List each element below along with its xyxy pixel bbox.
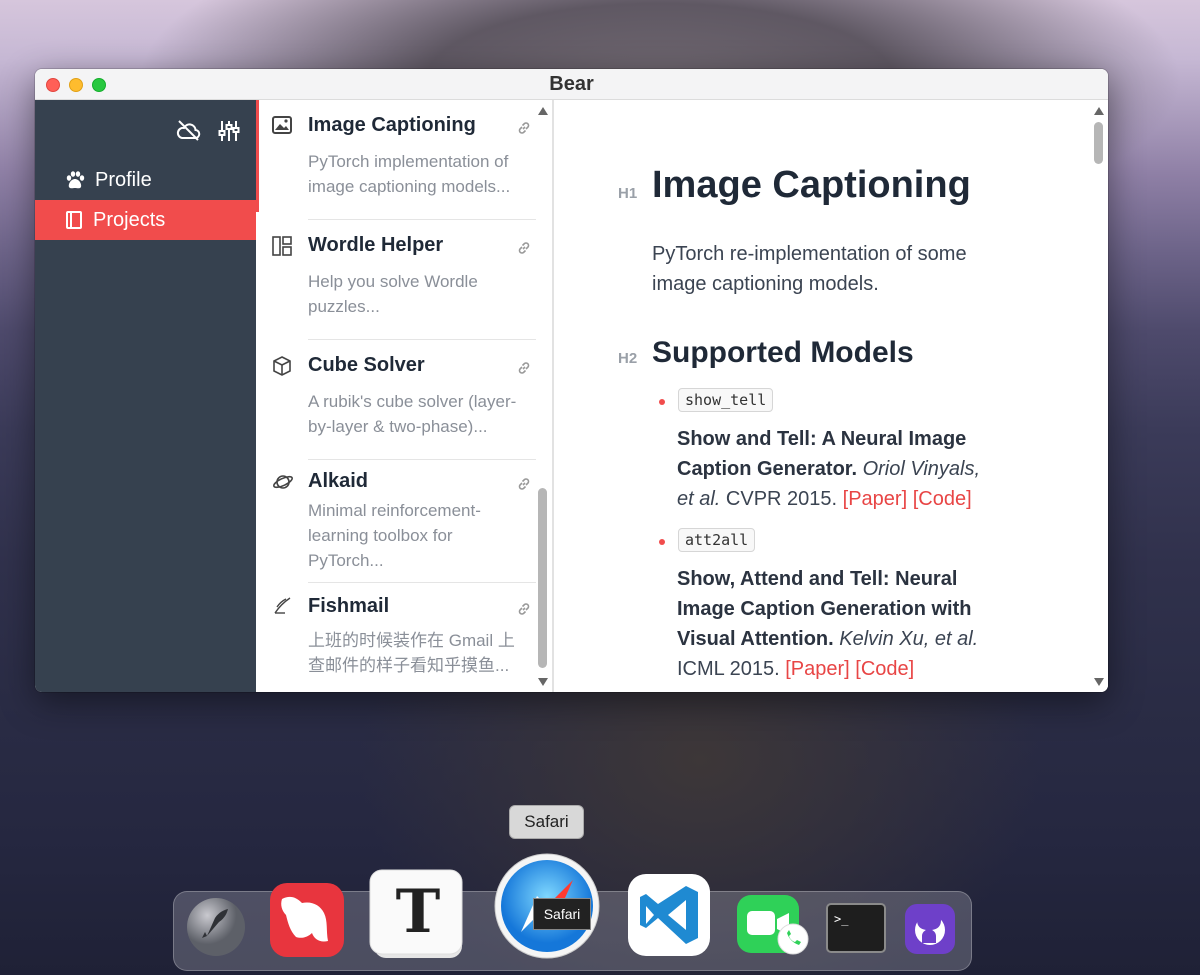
note-item-cube-solver[interactable]: Cube Solver A rubik's cube solver (layer… bbox=[256, 340, 538, 460]
sidebar-item-profile[interactable]: Profile bbox=[35, 160, 256, 200]
section-heading: Supported Models bbox=[652, 336, 914, 369]
cube-icon bbox=[273, 356, 291, 376]
note-preview: Help you solve Wordle puzzles... bbox=[308, 272, 478, 316]
window-title: Bear bbox=[549, 72, 594, 95]
svg-text:T: T bbox=[396, 877, 441, 947]
sidebar-item-label: Profile bbox=[95, 168, 152, 191]
image-icon bbox=[272, 116, 292, 134]
bullet bbox=[659, 539, 665, 545]
bear-window: Bear Profile Projects Image Captioning P… bbox=[35, 69, 1108, 692]
title-bar[interactable]: Bear bbox=[35, 69, 1108, 100]
note-title: Cube Solver bbox=[308, 354, 425, 376]
note-list: Image Captioning PyTorch implementation … bbox=[256, 100, 554, 692]
note-item-fishmail[interactable]: Fishmail 上班的时候装作在 Gmail 上查邮件的样子看知乎摸鱼... bbox=[256, 583, 538, 692]
note-list-scrollbar[interactable] bbox=[538, 100, 548, 692]
launchpad-icon[interactable] bbox=[185, 896, 247, 958]
model-authors: Kelvin Xu, et al. bbox=[839, 628, 979, 650]
paper-link[interactable]: [Paper] bbox=[843, 488, 907, 510]
svg-text:>_: >_ bbox=[834, 912, 849, 926]
bullet bbox=[659, 399, 665, 405]
cloud-off-icon[interactable] bbox=[176, 119, 202, 141]
link-icon[interactable] bbox=[516, 240, 532, 256]
note-heading: Image Captioning bbox=[652, 164, 971, 206]
orbit-icon bbox=[273, 475, 293, 489]
link-icon[interactable] bbox=[516, 360, 532, 376]
sidebar-item-label: Projects bbox=[93, 208, 166, 231]
note-preview: A rubik's cube solver (layer-by-layer & … bbox=[308, 392, 517, 436]
terminal-icon[interactable]: >_ bbox=[826, 903, 886, 953]
note-intro: PyTorch re-implementation of some image … bbox=[652, 243, 967, 295]
link-icon[interactable] bbox=[516, 476, 532, 492]
close-button[interactable] bbox=[46, 78, 60, 92]
h2-label: H2 bbox=[618, 350, 638, 367]
inline-code: att2all bbox=[678, 528, 756, 552]
filter-sliders-icon[interactable] bbox=[218, 119, 240, 143]
note-preview: PyTorch implementation of image captioni… bbox=[308, 152, 511, 196]
note-title: Alkaid bbox=[308, 470, 369, 492]
github-desktop-icon[interactable] bbox=[904, 903, 956, 955]
note-item-image-captioning[interactable]: Image Captioning PyTorch implementation … bbox=[256, 100, 538, 220]
code-link[interactable]: [Code] bbox=[855, 658, 914, 680]
model-venue: ICML 2015. bbox=[677, 658, 780, 680]
h1-label: H1 bbox=[618, 185, 638, 202]
note-item-wordle-helper[interactable]: Wordle Helper Help you solve Wordle puzz… bbox=[256, 220, 538, 340]
feather-icon bbox=[274, 597, 291, 614]
sidebar: Profile Projects bbox=[35, 100, 256, 692]
maximize-button[interactable] bbox=[92, 78, 106, 92]
book-icon bbox=[66, 211, 82, 229]
paw-icon bbox=[66, 171, 85, 189]
model-venue: CVPR 2015. bbox=[725, 488, 838, 510]
link-icon[interactable] bbox=[516, 120, 532, 136]
bear-app-icon[interactable] bbox=[268, 881, 346, 959]
vscode-icon[interactable] bbox=[626, 872, 712, 958]
note-preview: Minimal reinforcement-learning toolbox f… bbox=[308, 501, 481, 570]
facetime-icon[interactable] bbox=[735, 893, 809, 957]
note-title: Image Captioning bbox=[308, 114, 476, 136]
minimize-button[interactable] bbox=[69, 78, 83, 92]
editor-scrollbar[interactable] bbox=[1094, 100, 1104, 692]
note-item-alkaid[interactable]: Alkaid Minimal reinforcement-learning to… bbox=[256, 460, 538, 583]
dock-tooltip: Safari bbox=[509, 805, 584, 839]
model-entry: Show and Tell: A Neural Image Caption Ge… bbox=[677, 424, 997, 514]
code-link[interactable]: [Code] bbox=[913, 488, 972, 510]
paper-link[interactable]: [Paper] bbox=[785, 658, 849, 680]
sidebar-item-projects[interactable]: Projects bbox=[35, 200, 256, 240]
model-entry: Show, Attend and Tell: Neural Image Capt… bbox=[677, 564, 997, 684]
layout-icon bbox=[272, 236, 292, 256]
editor[interactable]: H1 Image Captioning PyTorch re-implement… bbox=[554, 100, 1108, 692]
note-preview: 上班的时候装作在 Gmail 上查邮件的样子看知乎摸鱼... bbox=[308, 631, 515, 675]
note-title: Fishmail bbox=[308, 595, 390, 617]
link-icon[interactable] bbox=[516, 601, 532, 617]
inline-code: show_tell bbox=[678, 388, 774, 412]
safari-label-overlay: Safari bbox=[533, 898, 591, 930]
note-title: Wordle Helper bbox=[308, 234, 444, 256]
typora-icon[interactable]: T bbox=[366, 864, 468, 960]
